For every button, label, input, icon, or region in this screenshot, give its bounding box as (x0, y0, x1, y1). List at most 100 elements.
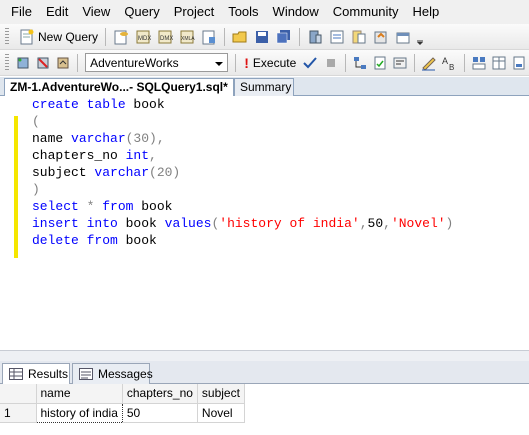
parse-checkmark-icon[interactable] (302, 54, 318, 72)
code-token: book (125, 216, 165, 231)
menu-community[interactable]: Community (326, 0, 406, 24)
query-editor[interactable]: create table book(name varchar(30), chapt… (0, 96, 529, 350)
results-tab-strip: Results Messages (0, 361, 529, 384)
code-line[interactable]: select * from book (32, 198, 453, 215)
results-to-grid-icon[interactable] (491, 54, 507, 72)
code-token: delete from (32, 233, 126, 248)
column-header-subject[interactable]: subject (197, 384, 245, 404)
specify-template-values-icon[interactable]: AB (441, 54, 457, 72)
cell-name[interactable]: history of india (35, 402, 123, 423)
unsaved-change-bar (14, 116, 18, 258)
results-grid[interactable]: name chapters_no subject 1 history of in… (0, 384, 529, 435)
toolbar-separator (105, 27, 107, 46)
results-header-row: name chapters_no subject (0, 384, 245, 404)
toolbar-grip[interactable] (5, 27, 9, 46)
code-line[interactable]: ) (32, 181, 453, 198)
toolbar-overflow-icon[interactable] (416, 28, 424, 46)
cell-subject[interactable]: Novel (197, 403, 245, 423)
query-options-icon[interactable] (372, 54, 388, 72)
cancel-query-icon[interactable] (322, 54, 338, 72)
code-token: varchar (94, 165, 150, 180)
change-connection-icon[interactable] (55, 54, 71, 72)
column-header-name[interactable]: name (36, 384, 123, 404)
code-token: values (164, 216, 212, 231)
code-token: * (86, 199, 103, 214)
analysis-services-xmla-icon[interactable]: XMLA (178, 28, 196, 46)
new-query-icon (18, 28, 36, 46)
svg-text:A: A (442, 56, 448, 66)
cell-chapters-no[interactable]: 50 (122, 403, 198, 423)
menu-bar: File Edit View Query Project Tools Window Commu… (0, 0, 529, 24)
code-token: book (133, 97, 165, 112)
query-text[interactable]: create table book(name varchar(30), chapt… (32, 96, 453, 249)
object-explorer-icon[interactable] (328, 28, 346, 46)
intellisense-icon[interactable] (392, 54, 408, 72)
code-line[interactable]: chapters_no int, (32, 147, 453, 164)
menu-window[interactable]: Window (266, 0, 326, 24)
sql-compact-query-icon[interactable] (200, 28, 218, 46)
new-query-button[interactable]: New Query (13, 28, 101, 46)
menu-tools[interactable]: Tools (221, 0, 265, 24)
toolbar-grip[interactable] (5, 53, 9, 72)
analysis-services-dmx-icon[interactable]: DMX (156, 28, 174, 46)
code-line[interactable]: subject varchar(20) (32, 164, 453, 181)
properties-icon[interactable] (394, 28, 412, 46)
code-line[interactable]: name varchar(30), (32, 130, 453, 147)
connect-icon[interactable] (15, 54, 31, 72)
tab-summary[interactable]: Summary (234, 78, 294, 96)
menu-query[interactable]: Query (117, 0, 166, 24)
code-line[interactable]: delete from book (32, 232, 453, 249)
estimated-plan-icon[interactable] (352, 54, 368, 72)
code-token: chapters_no (32, 148, 126, 163)
tab-messages[interactable]: Messages (72, 363, 153, 384)
code-token: 50 (367, 216, 384, 231)
menu-file[interactable]: File (4, 0, 39, 24)
row-number[interactable]: 1 (0, 403, 37, 423)
svg-text:B: B (449, 63, 454, 71)
code-token: insert into (32, 216, 126, 231)
document-tab-strip: ZM-1.AdventureWo...- SQLQuery1.sql* Summ… (0, 77, 529, 96)
menu-view[interactable]: View (75, 0, 117, 24)
code-line[interactable]: create table book (32, 96, 453, 113)
execute-button[interactable]: ! Execute (240, 55, 300, 71)
registered-servers-icon[interactable] (306, 28, 324, 46)
tab-sqlquery1[interactable]: ZM-1.AdventureWo...- SQLQuery1.sql* (4, 78, 234, 96)
disconnect-icon[interactable] (35, 54, 51, 72)
database-selector-value: AdventureWorks (90, 55, 179, 70)
column-header-chapters-no[interactable]: chapters_no (122, 384, 198, 404)
analysis-services-mdx-icon[interactable]: MDX (134, 28, 152, 46)
template-explorer-icon[interactable] (350, 28, 368, 46)
results-table: name chapters_no subject 1 history of in… (0, 384, 245, 423)
pane-splitter[interactable] (0, 350, 529, 361)
code-token: , (383, 216, 391, 231)
solution-explorer-icon[interactable] (372, 28, 390, 46)
menu-project[interactable]: Project (167, 0, 221, 24)
code-token: varchar (71, 131, 126, 146)
code-line[interactable]: ( (32, 113, 453, 130)
toolbar-separator (299, 27, 301, 46)
code-token: (30), (125, 131, 165, 146)
code-token: select (32, 199, 87, 214)
toolbar-separator (463, 53, 465, 72)
toolbar-separator (414, 53, 416, 72)
standard-toolbar: New Query MDX DMX XMLA (0, 24, 529, 50)
tab-results[interactable]: Results (2, 363, 70, 384)
code-token: book (125, 233, 157, 248)
results-to-text-icon[interactable] (470, 54, 486, 72)
save-icon[interactable] (253, 28, 271, 46)
menu-help[interactable]: Help (406, 0, 447, 24)
open-file-icon[interactable] (231, 28, 249, 46)
toolbar-separator (77, 53, 79, 72)
results-to-file-icon[interactable] (511, 54, 527, 72)
save-all-icon[interactable] (275, 28, 293, 46)
svg-text:MDX: MDX (138, 36, 151, 42)
toolbar-separator (235, 53, 237, 72)
database-engine-query-icon[interactable] (112, 28, 130, 46)
design-query-icon[interactable] (421, 54, 437, 72)
row-header-corner[interactable] (0, 384, 37, 404)
code-line[interactable]: insert into book values('history of indi… (32, 215, 453, 232)
toolbar-separator (224, 27, 226, 46)
menu-edit[interactable]: Edit (39, 0, 75, 24)
database-selector[interactable]: AdventureWorks (85, 53, 229, 72)
code-token: ) (32, 182, 40, 197)
